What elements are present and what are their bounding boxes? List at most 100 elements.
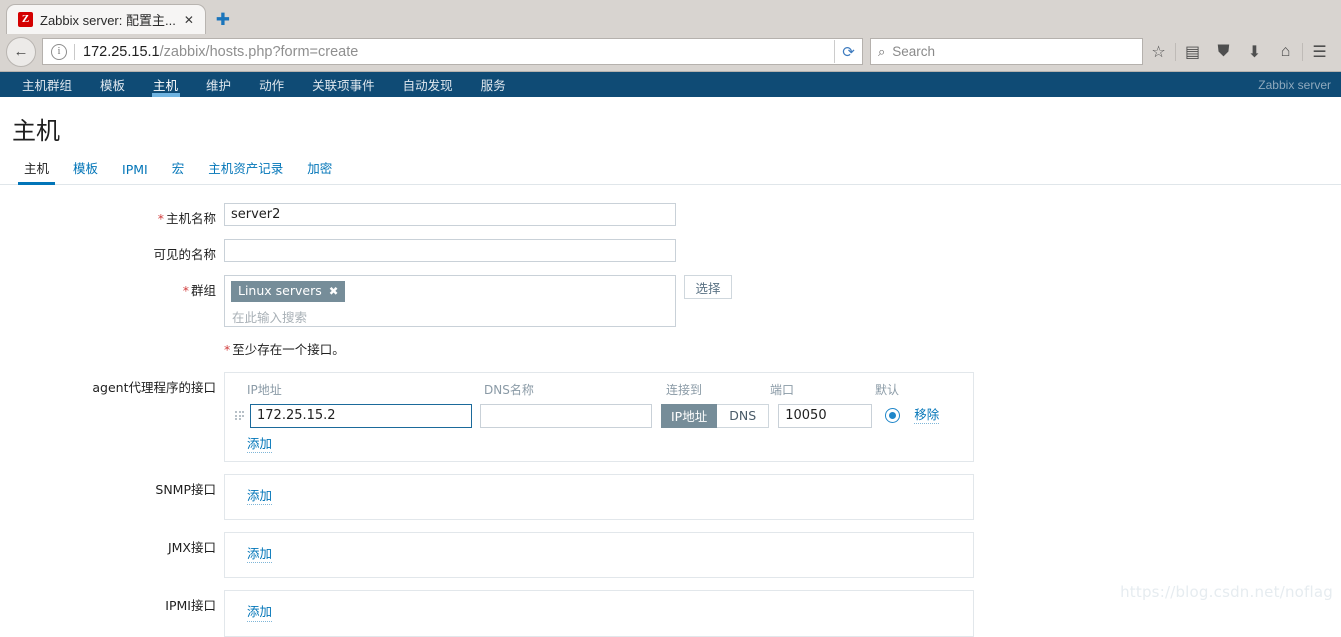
toolbar-divider-2 — [1302, 43, 1303, 61]
tab-macros[interactable]: 宏 — [160, 158, 197, 184]
browser-navbar: ← i 172.25.15.1/zabbix/hosts.php?form=cr… — [0, 34, 1341, 71]
jmx-interface-box: 添加 — [224, 532, 974, 578]
default-interface-radio[interactable] — [885, 408, 900, 423]
interface-dns-input[interactable] — [480, 404, 652, 428]
browser-search-input[interactable]: ⌕ Search — [870, 38, 1143, 65]
tab-host[interactable]: 主机 — [12, 158, 61, 184]
add-snmp-interface-link[interactable]: 添加 — [247, 488, 272, 505]
field-row-jmx-interface: JMX接口 添加 — [0, 532, 1341, 578]
connect-to-toggle: IP地址 DNS — [661, 404, 769, 428]
search-placeholder: Search — [892, 44, 935, 59]
bookmark-star-icon[interactable]: ☆ — [1143, 38, 1174, 65]
url-host: 172.25.15.1 — [83, 44, 160, 60]
snmp-interface-box: 添加 — [224, 474, 974, 520]
field-row-host-name: *主机名称 — [0, 203, 1341, 227]
label-host-name-text: 主机名称 — [166, 211, 216, 226]
label-groups: *群组 — [0, 275, 224, 299]
nav-item-services[interactable]: 服务 — [467, 72, 520, 97]
remove-interface-link[interactable]: 移除 — [914, 407, 939, 424]
menu-icon[interactable]: ☰ — [1304, 38, 1335, 65]
groups-multiselect[interactable]: Linux servers ✖ 在此输入搜索 — [224, 275, 676, 327]
required-marker-note: * — [224, 342, 230, 357]
column-connect-to: 连接到 — [666, 381, 770, 398]
pocket-icon[interactable]: ⛊ — [1208, 38, 1239, 65]
tab-ipmi[interactable]: IPMI — [110, 162, 160, 184]
ipmi-add-wrap: 添加 — [235, 600, 963, 625]
tab-host-inventory[interactable]: 主机资产记录 — [196, 158, 295, 184]
host-name-input[interactable] — [224, 203, 676, 226]
nav-item-maintenance[interactable]: 维护 — [192, 72, 245, 97]
url-path: /zabbix/hosts.php?form=create — [160, 44, 359, 60]
add-jmx-interface-link[interactable]: 添加 — [247, 546, 272, 563]
watermark: https://blog.csdn.net/noflag — [1120, 583, 1333, 601]
agent-interface-add-wrap: 添加 — [235, 428, 963, 453]
url-separator — [74, 44, 75, 60]
column-port: 端口 — [770, 381, 875, 398]
label-agent-interface: agent代理程序的接口 — [0, 372, 224, 396]
column-dns-name: DNS名称 — [484, 381, 666, 398]
page-content: 主机 主机 模板 IPMI 宏 主机资产记录 加密 *主机名称 可见的名称 *群… — [0, 97, 1341, 637]
add-agent-interface-link[interactable]: 添加 — [247, 436, 272, 453]
connect-to-ip-button[interactable]: IP地址 — [661, 404, 717, 428]
select-group-button[interactable]: 选择 — [684, 275, 732, 299]
zabbix-nav-items: 主机群组 模板 主机 维护 动作 关联项事件 自动发现 服务 — [8, 72, 520, 97]
group-chip: Linux servers ✖ — [231, 281, 345, 302]
field-row-visible-name: 可见的名称 — [0, 239, 1341, 263]
browser-tab[interactable]: Z Zabbix server: 配置主... ✕ — [6, 4, 206, 34]
column-default: 默认 — [875, 381, 935, 398]
zabbix-server-label: Zabbix server — [1258, 72, 1331, 97]
nav-item-correlation[interactable]: 关联项事件 — [298, 72, 389, 97]
required-marker: * — [158, 211, 164, 226]
back-button[interactable]: ← — [6, 37, 36, 67]
reload-icon[interactable]: ⟳ — [834, 40, 862, 63]
nav-item-actions[interactable]: 动作 — [245, 72, 298, 97]
downloads-icon[interactable]: ⬇ — [1239, 38, 1270, 65]
tab-encryption[interactable]: 加密 — [295, 158, 344, 184]
label-host-name: *主机名称 — [0, 203, 224, 227]
home-icon[interactable]: ⌂ — [1270, 38, 1301, 65]
interface-port-input[interactable] — [778, 404, 872, 428]
nav-item-hosts[interactable]: 主机 — [139, 72, 192, 97]
interface-ip-input[interactable] — [250, 404, 472, 428]
label-snmp-interface: SNMP接口 — [0, 474, 224, 498]
remove-chip-icon[interactable]: ✖ — [329, 284, 339, 298]
browser-tab-title: Zabbix server: 配置主... — [40, 10, 176, 29]
interface-required-note: *至少存在一个接口。 — [224, 339, 1341, 358]
toolbar-divider — [1175, 43, 1176, 61]
label-ipmi-interface: IPMI接口 — [0, 590, 224, 614]
nav-item-discovery[interactable]: 自动发现 — [389, 72, 467, 97]
browser-chrome: Z Zabbix server: 配置主... ✕ ✚ ← i 172.25.1… — [0, 0, 1341, 72]
nav-item-host-groups[interactable]: 主机群组 — [8, 72, 86, 97]
page-title: 主机 — [0, 97, 1341, 156]
visible-name-input[interactable] — [224, 239, 676, 262]
reader-icon[interactable]: ▤ — [1177, 38, 1208, 65]
snmp-add-wrap: 添加 — [235, 484, 963, 509]
column-ip-address: IP地址 — [235, 381, 484, 398]
drag-handle-icon[interactable] — [235, 408, 247, 424]
site-info-icon[interactable]: i — [51, 44, 67, 60]
label-visible-name: 可见的名称 — [0, 239, 224, 263]
interface-note-text: 至少存在一个接口。 — [232, 342, 345, 357]
search-icon: ⌕ — [878, 44, 885, 60]
host-form: *主机名称 可见的名称 *群组 Linux servers ✖ 在此输入搜索 选… — [0, 185, 1341, 637]
required-marker-groups: * — [183, 283, 189, 298]
groups-search-placeholder[interactable]: 在此输入搜索 — [231, 302, 669, 326]
agent-interface-box: IP地址 DNS名称 连接到 端口 默认 IP地址 DNS — [224, 372, 974, 462]
jmx-add-wrap: 添加 — [235, 542, 963, 567]
label-groups-text: 群组 — [191, 283, 216, 298]
close-icon[interactable]: ✕ — [183, 14, 195, 26]
tab-templates[interactable]: 模板 — [61, 158, 110, 184]
new-tab-button[interactable]: ✚ — [210, 6, 236, 34]
group-chip-label: Linux servers — [238, 283, 322, 299]
zabbix-favicon-icon: Z — [18, 12, 33, 27]
field-row-snmp-interface: SNMP接口 添加 — [0, 474, 1341, 520]
connect-to-dns-button[interactable]: DNS — [717, 404, 769, 428]
zabbix-nav-bar: 主机群组 模板 主机 维护 动作 关联项事件 自动发现 服务 Zabbix se… — [0, 72, 1341, 97]
field-row-agent-interface: agent代理程序的接口 IP地址 DNS名称 连接到 端口 默认 I — [0, 372, 1341, 462]
url-text: 172.25.15.1/zabbix/hosts.php?form=create — [83, 44, 834, 60]
nav-item-templates[interactable]: 模板 — [86, 72, 139, 97]
table-row: IP地址 DNS 移除 — [235, 404, 963, 428]
label-jmx-interface: JMX接口 — [0, 532, 224, 556]
form-tabs: 主机 模板 IPMI 宏 主机资产记录 加密 — [0, 156, 1341, 185]
address-bar[interactable]: i 172.25.15.1/zabbix/hosts.php?form=crea… — [42, 38, 863, 65]
